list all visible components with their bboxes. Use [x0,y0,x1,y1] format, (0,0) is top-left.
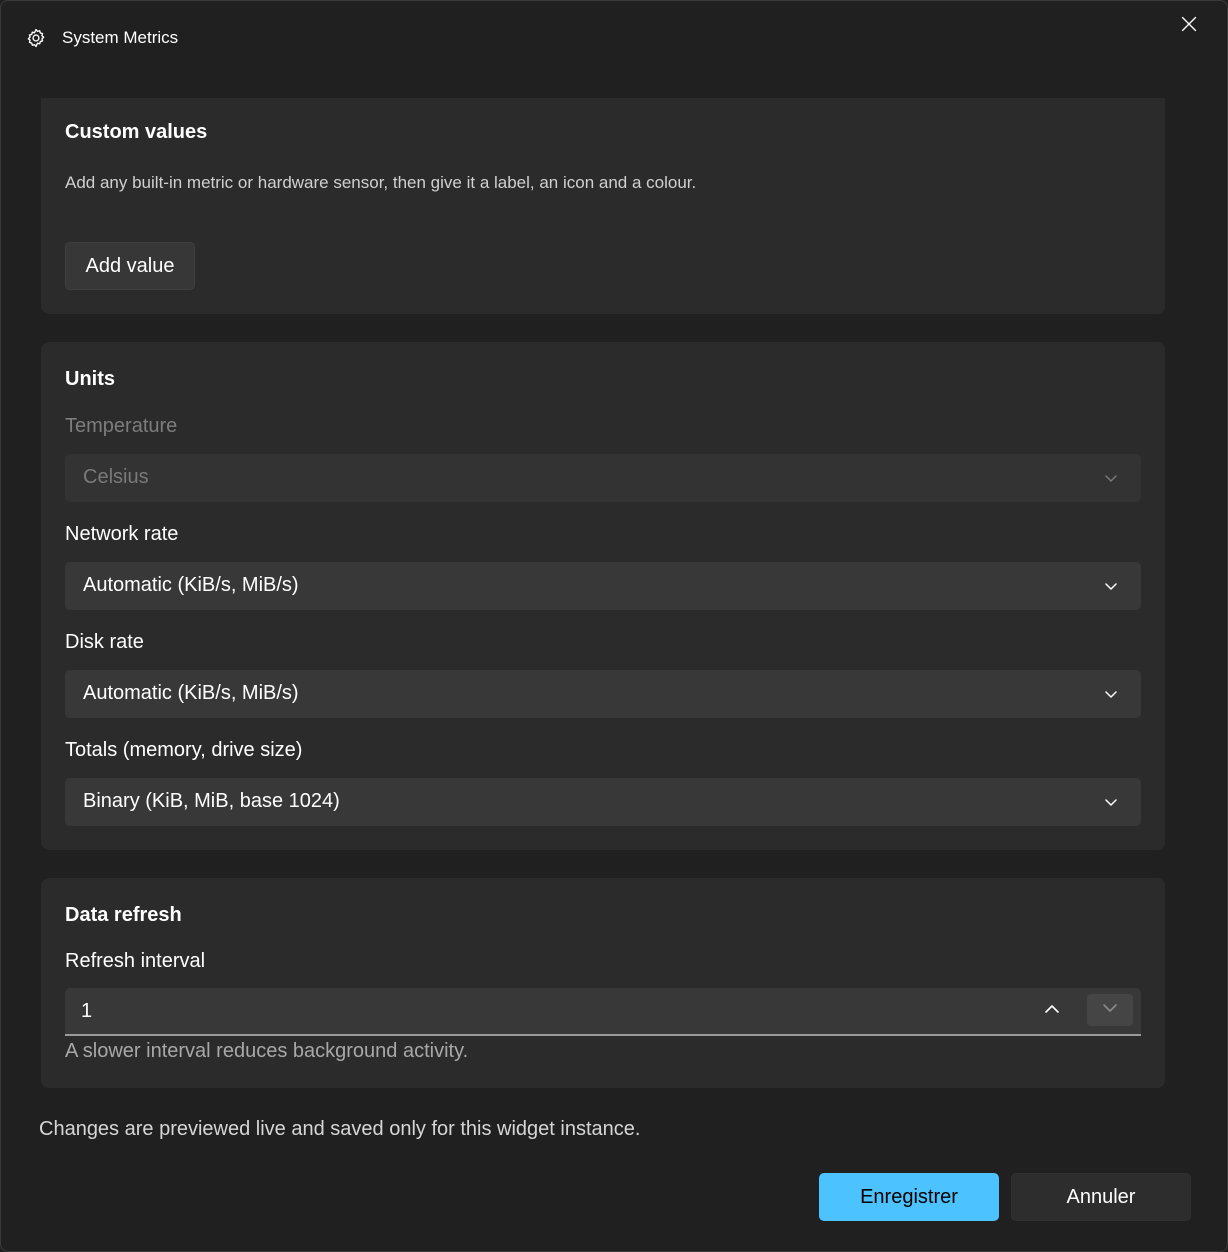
chevron-down-icon [1103,579,1119,591]
add-value-button[interactable]: Add value [65,242,195,290]
window-title: System Metrics [62,28,179,47]
refresh-interval-helper: A slower interval reduces background act… [65,1040,469,1062]
gear-icon [25,27,47,49]
refresh-interval-value: 1 [81,1000,93,1022]
custom-values-description: Add any built-in metric or hardware sens… [65,173,697,192]
decrement-button[interactable] [1087,994,1133,1026]
custom-values-card: Custom values Add any built-in metric or… [41,98,1165,314]
temperature-select: Celsius [65,454,1141,502]
units-card: Units Temperature Celsius Network rate A… [41,342,1165,850]
temperature-label: Temperature [65,415,178,437]
save-button[interactable]: Enregistrer [819,1173,999,1221]
totals-label: Totals (memory, drive size) [65,739,303,761]
chevron-down-icon [1101,1001,1119,1019]
units-title: Units [65,368,115,390]
refresh-interval-input[interactable]: 1 [65,988,1141,1036]
title-bar: System Metrics [1,1,1227,77]
footer-note: Changes are previewed live and saved onl… [39,1118,641,1140]
temperature-select-value: Celsius [83,466,149,488]
chevron-up-icon [1043,1002,1061,1020]
increment-button[interactable] [1033,996,1071,1026]
totals-select[interactable]: Binary (KiB, MiB, base 1024) [65,778,1141,826]
chevron-down-icon [1103,795,1119,807]
data-refresh-title: Data refresh [65,904,182,926]
network-rate-select-value: Automatic (KiB/s, MiB/s) [83,574,299,596]
close-button[interactable] [1169,11,1209,41]
chevron-down-icon [1103,687,1119,699]
chevron-down-icon [1103,471,1119,483]
network-rate-select[interactable]: Automatic (KiB/s, MiB/s) [65,562,1141,610]
disk-rate-label: Disk rate [65,631,144,653]
data-refresh-card: Data refresh Refresh interval 1 A slower… [41,878,1165,1088]
network-rate-label: Network rate [65,523,179,545]
custom-values-title: Custom values [65,121,208,143]
disk-rate-select[interactable]: Automatic (KiB/s, MiB/s) [65,670,1141,718]
dialog-window: System Metrics Custom values Add any bui… [0,0,1228,1252]
close-icon [1181,16,1197,37]
totals-select-value: Binary (KiB, MiB, base 1024) [83,790,340,812]
settings-scroll-area[interactable]: Custom values Add any built-in metric or… [1,98,1227,1098]
cancel-button[interactable]: Annuler [1011,1173,1191,1221]
refresh-interval-label: Refresh interval [65,950,206,972]
disk-rate-select-value: Automatic (KiB/s, MiB/s) [83,682,299,704]
